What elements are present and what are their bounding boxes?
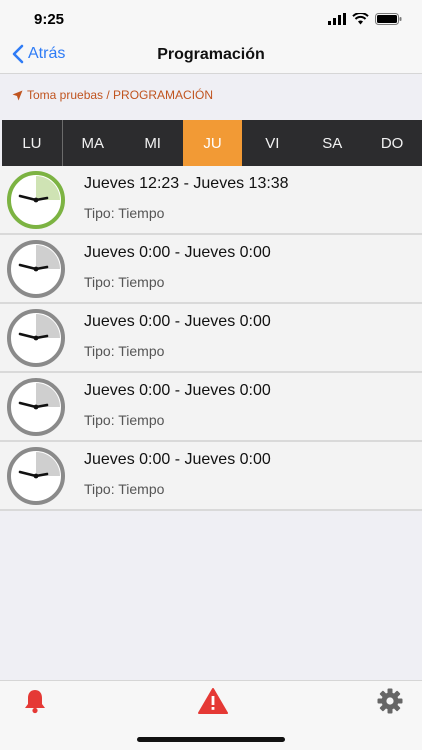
- status-time: 9:25: [34, 11, 65, 28]
- alarms-tab-button[interactable]: [21, 687, 49, 720]
- clock-icon: [7, 447, 65, 505]
- page-title: Programación: [157, 46, 265, 63]
- day-selector: LU MA MI JU VI SA DO: [2, 120, 422, 166]
- breadcrumb: Toma pruebas / PROGRAMACIÓN: [12, 88, 213, 102]
- clock-icon: [7, 171, 65, 229]
- day-tab-ma[interactable]: MA: [63, 120, 123, 166]
- tab-bar: [0, 680, 422, 750]
- day-tab-lu[interactable]: LU: [2, 120, 63, 166]
- day-tab-do[interactable]: DO: [362, 120, 422, 166]
- day-tab-sa[interactable]: SA: [302, 120, 362, 166]
- schedule-range: Jueves 0:00 - Jueves 0:00: [84, 382, 271, 399]
- schedule-type: Tipo: Tiempo: [84, 343, 165, 359]
- breadcrumb-text: Toma pruebas / PROGRAMACIÓN: [27, 88, 214, 102]
- location-arrow-icon: [12, 90, 23, 100]
- battery-icon: [375, 13, 402, 25]
- schedule-row[interactable]: Jueves 0:00 - Jueves 0:00 Tipo: Tiempo: [0, 373, 422, 442]
- schedule-type: Tipo: Tiempo: [84, 412, 165, 428]
- clock-icon: [7, 378, 65, 436]
- day-tab-mi[interactable]: MI: [123, 120, 183, 166]
- home-indicator: [137, 737, 285, 742]
- bell-icon: [25, 690, 45, 714]
- alerts-tab-button[interactable]: [198, 687, 228, 720]
- schedule-row[interactable]: Jueves 0:00 - Jueves 0:00 Tipo: Tiempo: [0, 304, 422, 373]
- status-icons: [328, 13, 402, 25]
- schedule-range: Jueves 12:23 - Jueves 13:38: [84, 175, 289, 192]
- warning-icon: [198, 688, 228, 714]
- day-tab-vi[interactable]: VI: [242, 120, 302, 166]
- wifi-icon: [352, 13, 369, 25]
- gear-icon: [377, 688, 403, 714]
- day-tab-ju[interactable]: JU: [182, 120, 243, 166]
- clock-icon: [7, 240, 65, 298]
- settings-tab-button[interactable]: [376, 687, 404, 720]
- schedule-row[interactable]: Jueves 0:00 - Jueves 0:00 Tipo: Tiempo: [0, 235, 422, 304]
- clock-icon: [7, 309, 65, 367]
- schedule-range: Jueves 0:00 - Jueves 0:00: [84, 451, 271, 468]
- schedule-range: Jueves 0:00 - Jueves 0:00: [84, 313, 271, 330]
- status-bar: 9:25: [0, 0, 422, 40]
- signal-icon: [328, 13, 346, 25]
- schedule-type: Tipo: Tiempo: [84, 481, 165, 497]
- schedule-row[interactable]: Jueves 12:23 - Jueves 13:38 Tipo: Tiempo: [0, 166, 422, 235]
- schedule-type: Tipo: Tiempo: [84, 205, 165, 221]
- schedule-row[interactable]: Jueves 0:00 - Jueves 0:00 Tipo: Tiempo: [0, 442, 422, 511]
- schedule-type: Tipo: Tiempo: [84, 274, 165, 290]
- navigation-bar: Atrás Programación: [0, 40, 422, 74]
- schedule-range: Jueves 0:00 - Jueves 0:00: [84, 244, 271, 261]
- schedule-list: Jueves 12:23 - Jueves 13:38 Tipo: Tiempo J…: [0, 166, 422, 511]
